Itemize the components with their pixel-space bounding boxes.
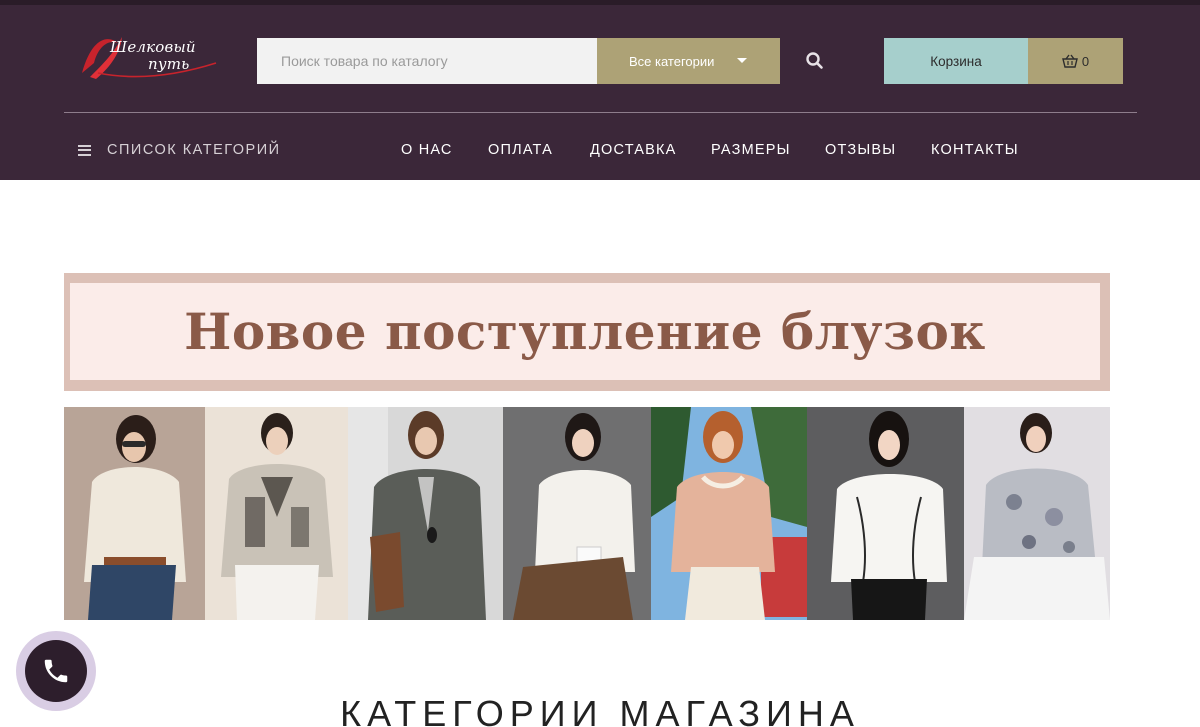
phone-icon: [44, 659, 68, 683]
banner-photo-2: [205, 407, 348, 620]
cart-count: 0: [1081, 53, 1090, 69]
nav-link-delivery[interactable]: ДОСТАВКА: [590, 139, 677, 161]
cart-label: Корзина: [930, 53, 982, 69]
cart-count-button[interactable]: 0: [1028, 38, 1123, 84]
banner-photo-7: [964, 407, 1110, 620]
banner-photo-6: [807, 407, 964, 620]
category-select-label: Все категории: [629, 53, 715, 69]
site-logo[interactable]: Шелковый путь: [78, 33, 218, 81]
category-select[interactable]: Все категории: [597, 38, 780, 84]
main-nav: О НАС ОПЛАТА ДОСТАВКА РАЗМЕРЫ ОТЗЫВЫ КОН…: [0, 139, 1200, 161]
logo-text: Шелковый путь: [110, 38, 196, 73]
search-button[interactable]: [803, 49, 827, 73]
promo-banner-inner: Новое поступление блузок: [70, 283, 1100, 380]
nav-link-contacts[interactable]: КОНТАКТЫ: [931, 139, 1019, 161]
banner-photo-strip[interactable]: [64, 407, 1110, 620]
search-input[interactable]: [257, 38, 597, 84]
banner-photo-4: [503, 407, 651, 620]
section-title: КАТЕГОРИИ МАГАЗИНА: [340, 693, 860, 727]
basket-icon: [1061, 54, 1078, 68]
chevron-down-icon: [737, 58, 747, 63]
nav-link-about[interactable]: О НАС: [401, 139, 453, 161]
nav-link-payment[interactable]: ОПЛАТА: [488, 139, 553, 161]
site-header: Шелковый путь Все категории Корзина 0 СП…: [0, 5, 1200, 180]
promo-banner[interactable]: Новое поступление блузок: [64, 273, 1110, 391]
banner-photo-3: [348, 407, 503, 620]
search-icon: [806, 52, 823, 69]
cart-button[interactable]: Корзина: [884, 38, 1028, 84]
nav-link-sizes[interactable]: РАЗМЕРЫ: [711, 139, 791, 161]
promo-banner-title: Новое поступление блузок: [184, 302, 986, 361]
banner-photo-5: [651, 407, 807, 620]
nav-link-reviews[interactable]: ОТЗЫВЫ: [825, 139, 896, 161]
header-divider: [64, 112, 1137, 113]
banner-photo-1: [64, 407, 205, 620]
